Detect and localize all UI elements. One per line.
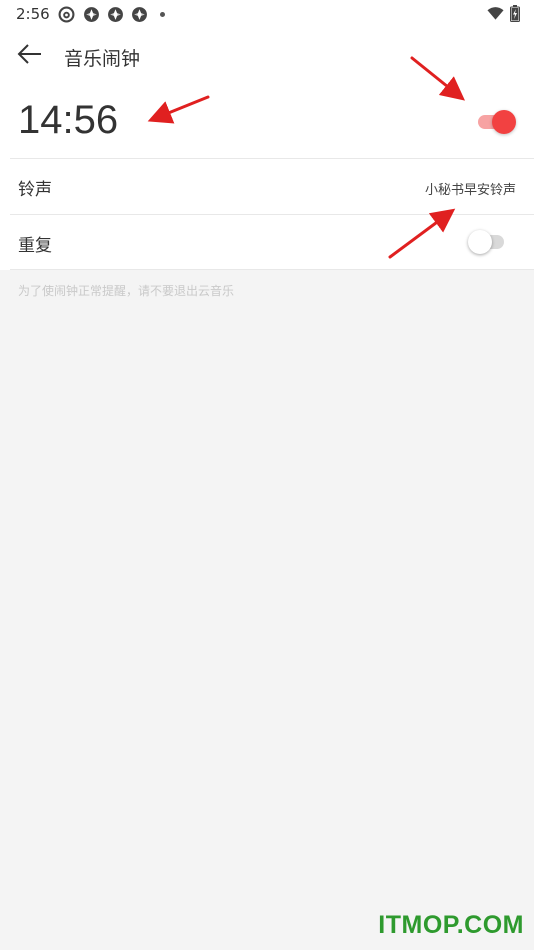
divider [10,269,534,270]
notification-dot-icon [160,12,165,17]
status-right-icons [487,5,520,26]
aperture-icon [131,6,148,27]
toggle-thumb [468,230,492,254]
alarm-enable-toggle[interactable] [478,110,518,134]
toggle-thumb [492,110,516,134]
battery-charging-icon [510,5,520,26]
page-title: 音乐闹钟 [64,48,141,70]
app-header: 音乐闹钟 [0,34,534,78]
repeat-row: 重复 [0,215,534,269]
ringtone-label: 铃声 [18,180,52,200]
wifi-icon [487,6,504,25]
hint-text: 为了使闹钟正常提醒，请不要退出云音乐 [18,284,235,298]
repeat-toggle[interactable] [468,230,506,254]
aperture-icon [83,6,100,27]
watermark: ITMOP.COM [378,911,524,939]
arrow-left-icon [17,43,43,69]
alarm-time-row: 14:56 [0,88,534,158]
back-button[interactable] [12,40,48,72]
repeat-label: 重复 [18,236,52,256]
netease-music-icon [58,6,75,27]
status-time: 2:56 [16,5,50,23]
ringtone-value: 小秘书早安铃声 [424,183,516,198]
alarm-time[interactable]: 14:56 [18,98,118,143]
status-bar: 2:56 [0,0,534,28]
ringtone-row[interactable]: 铃声 小秘书早安铃声 [0,159,534,213]
aperture-icon [107,6,124,27]
